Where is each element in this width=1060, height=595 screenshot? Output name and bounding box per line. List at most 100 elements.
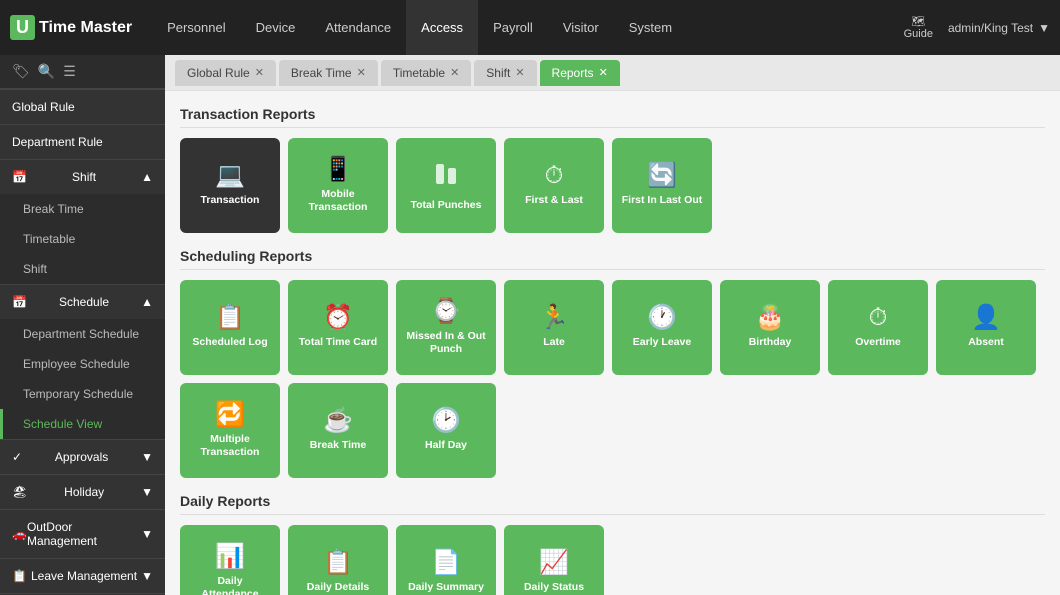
- sidebar-temp-schedule[interactable]: Temporary Schedule: [0, 379, 165, 409]
- card-multiple-transaction[interactable]: 🔁 Multiple Transaction: [180, 383, 280, 478]
- global-rule-label: Global Rule: [12, 100, 75, 114]
- sidebar-timetable[interactable]: Timetable: [0, 224, 165, 254]
- sidebar-global-rule[interactable]: Global Rule: [0, 89, 165, 124]
- sidebar-break-time[interactable]: Break Time: [0, 194, 165, 224]
- tab-break-time-close[interactable]: ✕: [357, 66, 366, 79]
- tab-break-time-label: Break Time: [291, 66, 352, 80]
- card-missed-punch[interactable]: ⌚ Missed In & Out Punch: [396, 280, 496, 375]
- tab-shift-close[interactable]: ✕: [515, 66, 524, 79]
- sidebar-shift[interactable]: Shift: [0, 254, 165, 284]
- card-absent[interactable]: 👤 Absent: [936, 280, 1036, 375]
- tab-shift[interactable]: Shift ✕: [474, 60, 536, 86]
- logo-u: U: [10, 15, 35, 40]
- transaction-reports-title: Transaction Reports: [180, 106, 1045, 128]
- tab-reports-close[interactable]: ✕: [599, 66, 608, 79]
- multiple-transaction-icon: 🔁: [215, 403, 245, 427]
- nav-access[interactable]: Access: [406, 0, 478, 55]
- missed-punch-icon: ⌚: [431, 300, 461, 324]
- card-total-time-card[interactable]: ⏰ Total Time Card: [288, 280, 388, 375]
- transaction-icon: 💻: [215, 164, 245, 188]
- daily-attendance-label: Daily Attendance: [188, 575, 272, 595]
- daily-details-label: Daily Details: [307, 581, 369, 594]
- sidebar-leave[interactable]: 📋 Leave Management ▼: [0, 558, 165, 593]
- daily-status-label: Daily Status: [524, 581, 584, 594]
- tab-timetable-label: Timetable: [393, 66, 445, 80]
- card-daily-status[interactable]: 📈 Daily Status: [504, 525, 604, 595]
- nav-visitor[interactable]: Visitor: [548, 0, 614, 55]
- daily-reports-title: Daily Reports: [180, 493, 1045, 515]
- nav-payroll[interactable]: Payroll: [478, 0, 548, 55]
- sidebar-approvals[interactable]: ✓ Approvals ▼: [0, 439, 165, 474]
- card-scheduled-log[interactable]: 📋 Scheduled Log: [180, 280, 280, 375]
- scheduled-log-label: Scheduled Log: [192, 336, 267, 349]
- card-daily-summary[interactable]: 📄 Daily Summary: [396, 525, 496, 595]
- card-half-day[interactable]: 🕑 Half Day: [396, 383, 496, 478]
- card-first-in-last-out[interactable]: 🔄 First In Last Out: [612, 138, 712, 233]
- transaction-label: Transaction: [201, 194, 260, 207]
- tab-break-time[interactable]: Break Time ✕: [279, 60, 378, 86]
- transaction-cards-grid: 💻 Transaction 📱 Mobile Transaction Total…: [180, 138, 1045, 233]
- half-day-label: Half Day: [425, 439, 467, 452]
- sidebar-outdoor[interactable]: 🚗 OutDoor Management ▼: [0, 509, 165, 558]
- early-leave-icon: 🕐: [647, 306, 677, 330]
- sidebar-emp-schedule[interactable]: Employee Schedule: [0, 349, 165, 379]
- tab-timetable[interactable]: Timetable ✕: [381, 60, 471, 86]
- first-last-label: First & Last: [525, 194, 583, 207]
- card-mobile-transaction[interactable]: 📱 Mobile Transaction: [288, 138, 388, 233]
- guide-button[interactable]: 🗺 Guide: [904, 15, 933, 40]
- card-total-punches[interactable]: Total Punches: [396, 138, 496, 233]
- list-icon[interactable]: ☰: [63, 63, 76, 80]
- nav-system[interactable]: System: [614, 0, 687, 55]
- tab-timetable-close[interactable]: ✕: [450, 66, 459, 79]
- sidebar-schedule-header[interactable]: 📅 Schedule ▲: [0, 284, 165, 319]
- sidebar-shift-header[interactable]: 📅 Shift ▲: [0, 159, 165, 194]
- daily-details-icon: 📋: [323, 551, 353, 575]
- nav-attendance[interactable]: Attendance: [310, 0, 406, 55]
- late-label: Late: [543, 336, 565, 349]
- approvals-label: Approvals: [55, 450, 108, 464]
- logo[interactable]: U Time Master: [10, 15, 132, 40]
- card-transaction[interactable]: 💻 Transaction: [180, 138, 280, 233]
- reports-content: Transaction Reports 💻 Transaction 📱 Mobi…: [165, 91, 1060, 595]
- nav-personnel[interactable]: Personnel: [152, 0, 241, 55]
- tab-global-rule-close[interactable]: ✕: [255, 66, 264, 79]
- first-in-last-out-icon: 🔄: [647, 164, 677, 188]
- tab-global-rule[interactable]: Global Rule ✕: [175, 60, 276, 86]
- nav-device[interactable]: Device: [241, 0, 311, 55]
- tab-reports[interactable]: Reports ✕: [540, 60, 620, 86]
- shift-icon: 📅: [12, 170, 27, 184]
- sidebar-dept-schedule[interactable]: Department Schedule: [0, 319, 165, 349]
- card-overtime[interactable]: ⏱ Overtime: [828, 280, 928, 375]
- card-daily-details[interactable]: 📋 Daily Details: [288, 525, 388, 595]
- top-navigation: U Time Master Personnel Device Attendanc…: [0, 0, 1060, 55]
- leave-chevron-icon: ▼: [141, 569, 153, 583]
- card-break-time[interactable]: ☕ Break Time: [288, 383, 388, 478]
- main-layout: 🏷 🔍 ☰ Global Rule Department Rule 📅 Shif…: [0, 55, 1060, 595]
- search-icon[interactable]: 🔍: [38, 63, 55, 80]
- sidebar-department-rule[interactable]: Department Rule: [0, 124, 165, 159]
- birthday-label: Birthday: [749, 336, 792, 349]
- daily-cards-grid: 📊 Daily Attendance 📋 Daily Details 📄 Dai…: [180, 525, 1045, 595]
- department-rule-label: Department Rule: [12, 135, 103, 149]
- card-birthday[interactable]: 🎂 Birthday: [720, 280, 820, 375]
- leave-icon: 📋: [12, 569, 27, 583]
- card-early-leave[interactable]: 🕐 Early Leave: [612, 280, 712, 375]
- first-last-icon: ⏱: [545, 164, 564, 188]
- card-late[interactable]: 🏃 Late: [504, 280, 604, 375]
- schedule-icon: 📅: [12, 295, 27, 309]
- sidebar: 🏷 🔍 ☰ Global Rule Department Rule 📅 Shif…: [0, 55, 165, 595]
- sidebar-holiday[interactable]: 🏖 Holiday ▼: [0, 474, 165, 509]
- card-first-last[interactable]: ⏱ First & Last: [504, 138, 604, 233]
- total-punches-icon: [432, 160, 460, 193]
- half-day-icon: 🕑: [431, 409, 461, 433]
- card-daily-attendance[interactable]: 📊 Daily Attendance: [180, 525, 280, 595]
- tab-bar: Global Rule ✕ Break Time ✕ Timetable ✕ S…: [165, 55, 1060, 91]
- daily-status-icon: 📈: [539, 551, 569, 575]
- user-info[interactable]: admin/King Test ▼: [948, 21, 1050, 35]
- total-time-card-icon: ⏰: [323, 306, 353, 330]
- holiday-chevron-icon: ▼: [141, 485, 153, 499]
- tag-icon[interactable]: 🏷: [12, 63, 30, 80]
- sidebar-schedule-view[interactable]: Schedule View: [0, 409, 165, 439]
- scheduled-log-icon: 📋: [215, 306, 245, 330]
- break-time-icon: ☕: [323, 409, 353, 433]
